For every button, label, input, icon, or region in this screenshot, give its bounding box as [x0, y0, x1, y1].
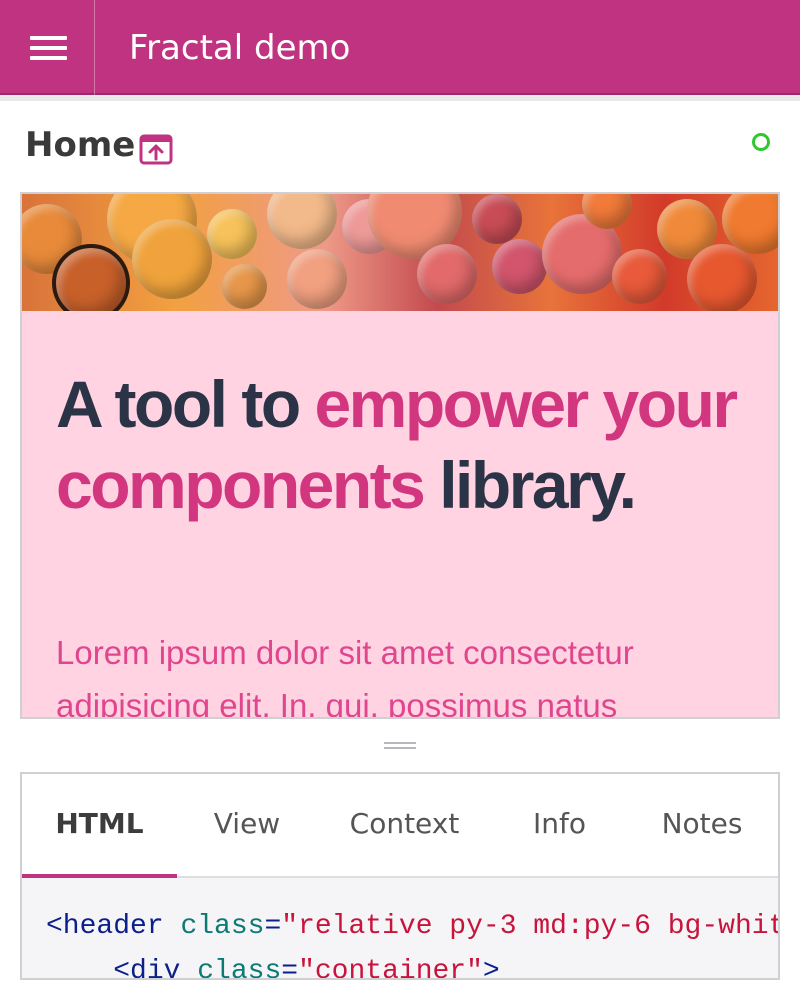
menu-bar: [30, 46, 67, 50]
tab-info[interactable]: Info: [492, 774, 627, 878]
resize-handle[interactable]: [384, 742, 416, 749]
code-tag: <header: [46, 911, 164, 942]
code-attr: class: [197, 956, 282, 980]
code-line: <div class="container">: [46, 949, 500, 980]
hamburger-menu-icon[interactable]: [0, 0, 95, 95]
panel-tabs: HTML View Context Info Notes: [22, 774, 778, 878]
tab-notes[interactable]: Notes: [627, 774, 777, 878]
banner-image: [22, 194, 778, 311]
header-divider: [0, 95, 800, 101]
handle-line: [384, 747, 416, 749]
menu-bar: [30, 56, 67, 60]
app-title[interactable]: Fractal demo: [129, 26, 350, 70]
code-string: "relative py-3 md:py-6 bg-white: [281, 911, 778, 942]
info-panel: HTML View Context Info Notes <header cla…: [20, 772, 780, 980]
code-eq: =: [281, 956, 299, 980]
code-line: <header class="relative py-3 md:py-6 bg-…: [46, 904, 778, 949]
hero-title: A tool to empower your components librar…: [56, 364, 746, 526]
code-string: "container": [298, 956, 483, 980]
code-eq: =: [264, 911, 282, 942]
code-attr: class: [180, 911, 265, 942]
hero-lead-text: Lorem ipsum dolor sit amet consectetur a…: [56, 634, 634, 719]
open-in-new-icon[interactable]: [139, 131, 173, 165]
hero-title-text: A tool to: [56, 367, 315, 441]
tab-context[interactable]: Context: [317, 774, 492, 878]
code-view[interactable]: <header class="relative py-3 md:py-6 bg-…: [22, 878, 778, 980]
app-header: Fractal demo: [0, 0, 800, 95]
component-preview[interactable]: A tool to empower your components librar…: [20, 192, 780, 719]
status-circle-icon: [752, 133, 770, 151]
code-tag: >: [482, 956, 500, 980]
page-title: Home: [25, 125, 136, 165]
code-tag: <div: [113, 956, 181, 980]
tab-html[interactable]: HTML: [22, 774, 177, 878]
menu-bar: [30, 36, 67, 40]
hero-title-text: library.: [439, 448, 637, 522]
handle-line: [384, 742, 416, 744]
tab-view[interactable]: View: [177, 774, 317, 878]
